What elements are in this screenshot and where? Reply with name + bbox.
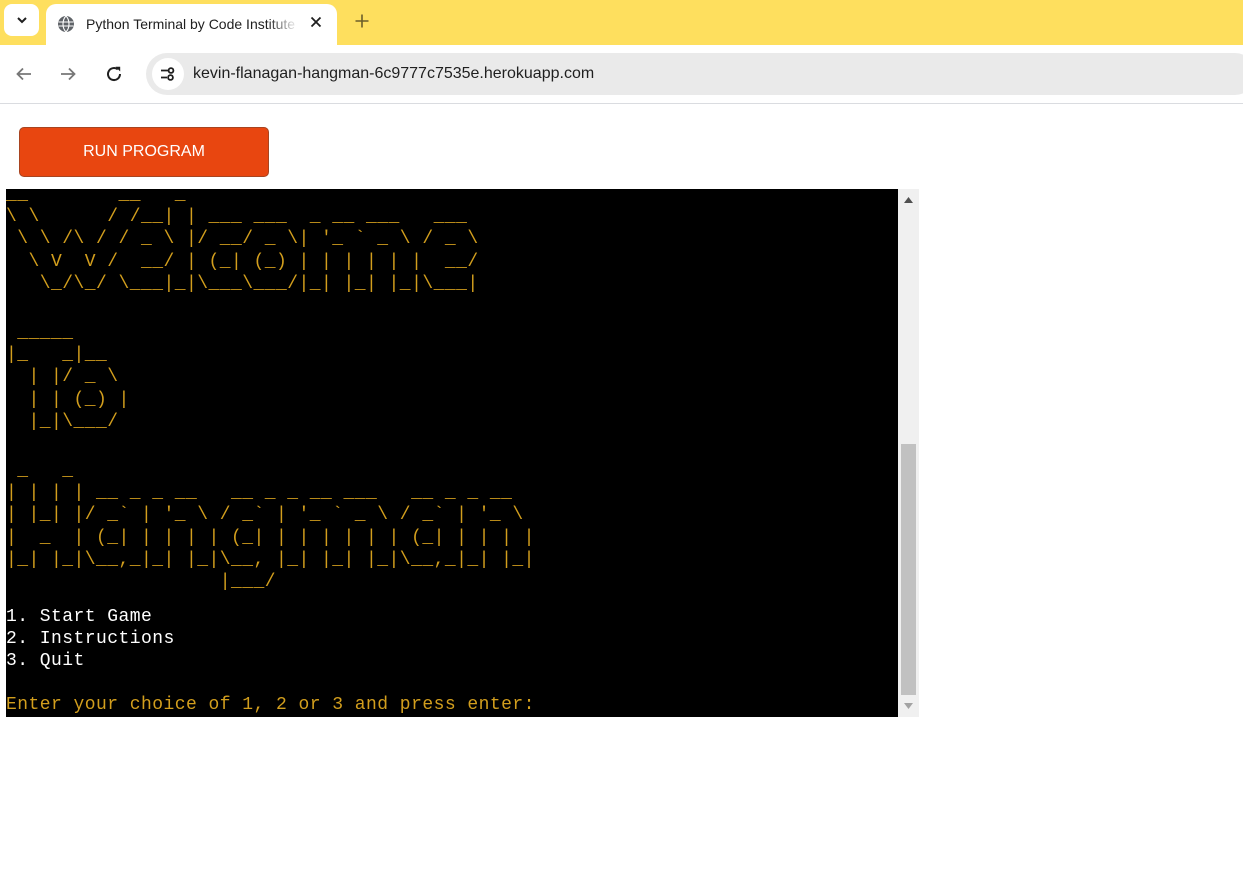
arrow-left-icon (16, 67, 31, 81)
address-bar[interactable]: kevin-flanagan-hangman-6c9777c7535e.hero… (146, 53, 1243, 95)
scroll-down-button[interactable] (898, 699, 919, 713)
back-button[interactable] (9, 59, 39, 89)
input-prompt: Enter your choice of 1, 2 or 3 and press… (6, 695, 535, 715)
new-tab-button[interactable] (350, 9, 374, 33)
browser-tab[interactable]: Python Terminal by Code Institute (46, 4, 337, 45)
terminal[interactable]: __ __ _ \ \ / /__| | ___ ___ _ __ ___ __… (6, 189, 898, 717)
tab-strip: Python Terminal by Code Institute (0, 0, 1243, 45)
ascii-art-welcome: __ __ _ \ \ / /__| | ___ ___ _ __ ___ __… (6, 189, 479, 294)
browser-toolbar: kevin-flanagan-hangman-6c9777c7535e.hero… (0, 45, 1243, 104)
scroll-up-button[interactable] (898, 193, 919, 207)
tab-close-button[interactable] (305, 11, 327, 33)
menu-option-quit: 3. Quit (6, 651, 85, 671)
terminal-scrollbar[interactable] (898, 189, 919, 717)
menu-option-start-game: 1. Start Game (6, 607, 153, 627)
run-program-button[interactable]: RUN PROGRAM (19, 127, 269, 177)
tab-title: Python Terminal by Code Institute (86, 16, 298, 32)
menu-option-instructions: 2. Instructions (6, 629, 175, 649)
ascii-art-to: _____ |_ _|__ | |/ _ \ | | (_) | |_|\___… (6, 323, 130, 432)
reload-button[interactable] (99, 59, 129, 89)
url-text[interactable]: kevin-flanagan-hangman-6c9777c7535e.hero… (193, 65, 594, 83)
triangle-up-icon (904, 197, 913, 203)
arrow-right-icon (61, 67, 76, 81)
forward-button[interactable] (53, 59, 83, 89)
triangle-down-icon (904, 703, 913, 709)
plus-icon (355, 14, 369, 28)
tab-search-button[interactable] (4, 4, 39, 36)
globe-icon (58, 15, 74, 33)
reload-icon (107, 66, 122, 82)
close-icon (310, 16, 322, 28)
site-info-button[interactable] (152, 58, 184, 90)
scroll-thumb[interactable] (901, 444, 916, 695)
chevron-down-icon (16, 17, 27, 24)
tune-icon (161, 67, 175, 81)
ascii-art-hangman: _ _ | | | | __ _ _ __ __ _ _ __ ___ __ _… (6, 461, 535, 593)
